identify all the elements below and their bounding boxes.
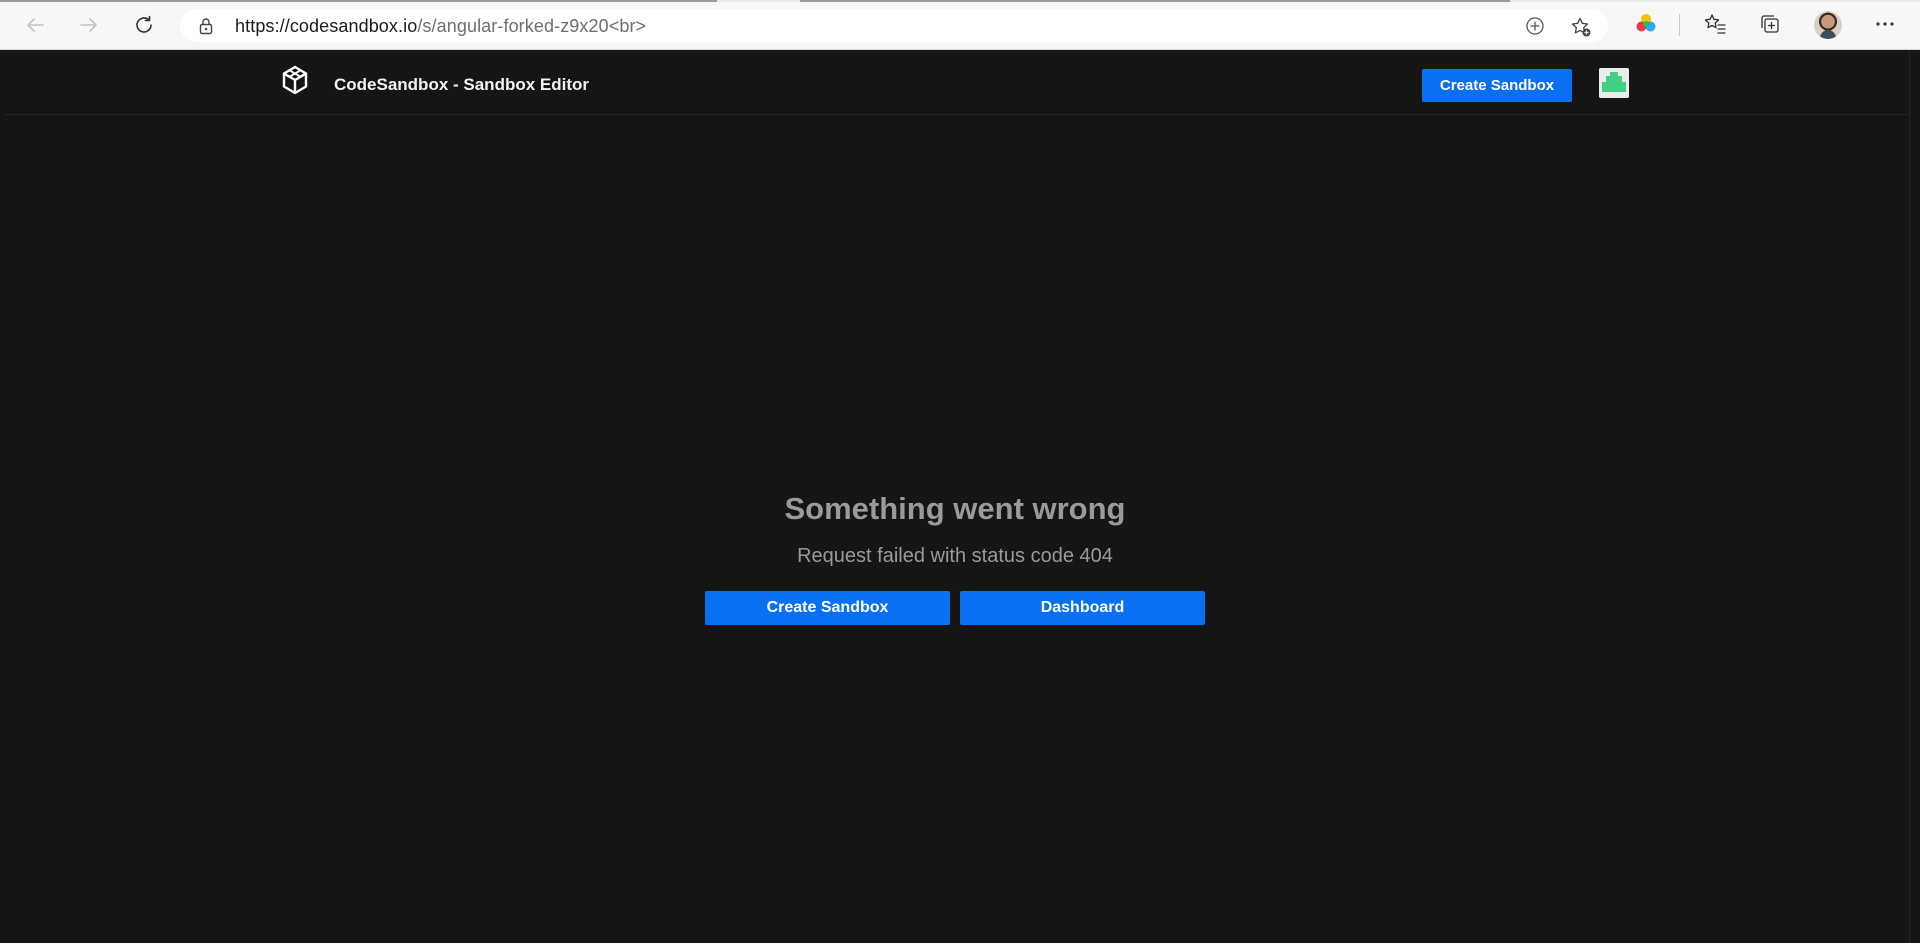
url-host: https://codesandbox.io <box>235 16 418 36</box>
toolbar-separator <box>1679 14 1680 36</box>
tab-strip <box>0 0 1920 2</box>
identicon-avatar-icon <box>1599 68 1629 98</box>
codesandbox-logo-icon[interactable] <box>281 65 309 97</box>
address-bar[interactable]: https://codesandbox.io/s/angular-forked-… <box>180 9 1608 42</box>
profile-avatar[interactable] <box>1814 11 1842 39</box>
user-avatar[interactable] <box>1599 68 1629 98</box>
app-title: CodeSandbox - Sandbox Editor <box>334 75 590 94</box>
lock-icon[interactable] <box>198 17 214 35</box>
create-sandbox-button[interactable]: Create Sandbox <box>1422 69 1572 102</box>
browser-toolbar: https://codesandbox.io/s/angular-forked-… <box>0 0 1920 50</box>
dashboard-button[interactable]: Dashboard <box>960 591 1205 625</box>
add-favorite-icon[interactable] <box>1570 16 1592 38</box>
color-wheel-icon[interactable] <box>1634 12 1658 36</box>
forward-arrow-icon[interactable] <box>73 9 105 41</box>
error-create-sandbox-button[interactable]: Create Sandbox <box>705 591 950 625</box>
refresh-icon[interactable] <box>128 9 160 41</box>
url-path: /s/angular-forked-z9x20<br> <box>417 16 647 36</box>
error-message: Request failed with status code 404 <box>797 545 1113 567</box>
collections-icon[interactable] <box>1758 12 1782 36</box>
error-title: Something went wrong <box>784 491 1126 526</box>
favorites-list-icon[interactable] <box>1703 12 1727 36</box>
app-header: CodeSandbox - Sandbox Editor Create Sand… <box>5 51 1910 115</box>
url-text[interactable]: https://codesandbox.io/s/angular-forked-… <box>235 16 646 37</box>
more-ellipsis-icon[interactable] <box>1873 12 1897 36</box>
add-circle-icon[interactable] <box>1525 16 1545 36</box>
back-arrow-icon[interactable] <box>19 9 51 41</box>
